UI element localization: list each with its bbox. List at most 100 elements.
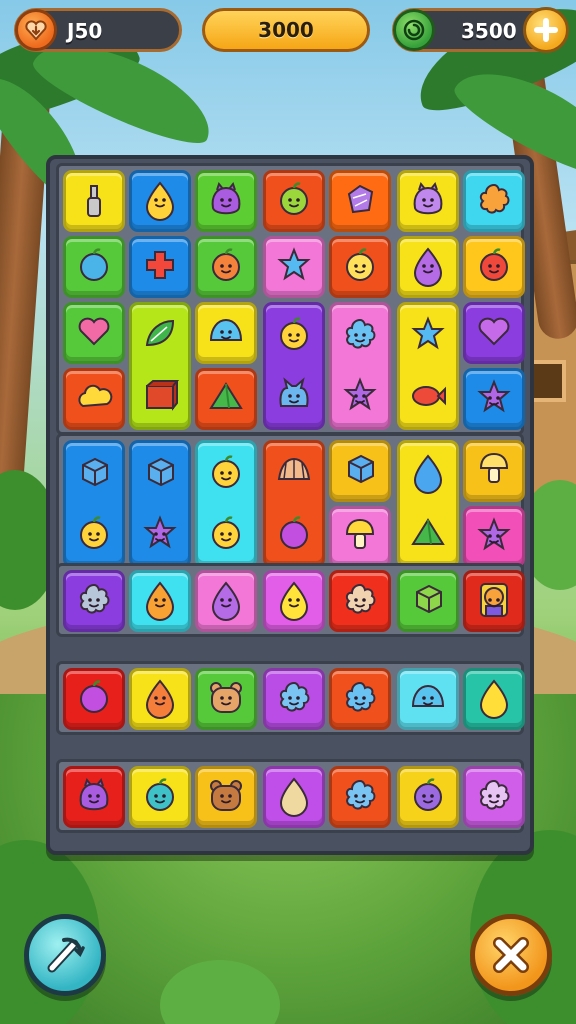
tile-blue-candy[interactable] [63, 236, 125, 298]
tile-red-cross[interactable] [129, 236, 191, 298]
green-leaf-icon [139, 313, 181, 359]
green-cube-icon [407, 578, 449, 624]
close-button[interactable] [470, 914, 552, 996]
blue-cube-icon [73, 451, 115, 497]
coins-counter: 3500 [392, 7, 569, 53]
cream-cloud-icon [339, 578, 381, 624]
smiley-drop-icon [139, 178, 181, 224]
tile-yellow-mushroom[interactable] [329, 506, 391, 568]
tile-green-pyramid[interactable] [195, 368, 257, 430]
add-coins-button[interactable] [523, 7, 569, 53]
purple-heart-icon [473, 310, 515, 356]
blue-star-icon [407, 313, 449, 359]
purple-drop-icon [205, 578, 247, 624]
tile-yellow-smile-blue-cat[interactable] [263, 302, 325, 430]
bottle-icon [73, 178, 115, 224]
tile-cream-cloud[interactable] [329, 570, 391, 632]
shuffle-wand-icon [47, 937, 85, 973]
tile-bottle[interactable] [63, 170, 125, 232]
tile-blue-egg-green-pyramid[interactable] [397, 440, 459, 568]
tile-lilac-ghost[interactable] [463, 766, 525, 828]
blue-slime-icon [407, 676, 449, 722]
blue-candy-icon [73, 244, 115, 290]
board-section-2 [56, 433, 525, 573]
tile-teal-fruit[interactable] [129, 766, 191, 828]
green-pyramid-icon [205, 376, 247, 422]
tile-purple-plum[interactable] [397, 766, 459, 828]
tile-purple-heart[interactable] [463, 302, 525, 364]
tile-purple-star[interactable] [463, 368, 525, 430]
orange-peach-icon [139, 676, 181, 722]
tile-blue-slime[interactable] [195, 302, 257, 364]
grey-ghost-icon [73, 578, 115, 624]
tile-blue-ghost[interactable] [263, 668, 325, 730]
tile-blue-flower[interactable] [329, 668, 391, 730]
lives-value: J50 [67, 19, 103, 43]
purple-star-icon [473, 514, 515, 560]
tile-orange-character[interactable] [463, 570, 525, 632]
tile-purple-gem[interactable] [329, 170, 391, 232]
tile-cream-potato[interactable] [263, 766, 325, 828]
red-fish-icon [407, 374, 449, 420]
tile-yellow-pear[interactable] [263, 570, 325, 632]
tile-orange-flower[interactable] [463, 170, 525, 232]
blue-cube-icon [339, 448, 381, 494]
tile-red-tomato[interactable] [463, 236, 525, 298]
tile-yellow-bulb[interactable] [463, 440, 525, 502]
tile-blue-cube-purple-star[interactable] [129, 440, 191, 568]
tile-bear[interactable] [195, 668, 257, 730]
tile-purple-star[interactable] [463, 506, 525, 568]
tile-blue-ghost[interactable] [329, 766, 391, 828]
tile-orange-mango[interactable] [129, 570, 191, 632]
purple-star-icon [339, 374, 381, 420]
tile-blue-cube-yellow-smile[interactable] [63, 440, 125, 568]
yellow-pear-icon [273, 578, 315, 624]
board-section-1 [56, 163, 525, 435]
purple-plum-icon [407, 774, 449, 820]
tile-blue-star-red-fish[interactable] [397, 302, 459, 430]
tile-smiley-lemon[interactable] [329, 236, 391, 298]
yellow-bulb-icon [473, 448, 515, 494]
blue-flower-icon [339, 313, 381, 359]
board-section-4 [56, 661, 525, 735]
tile-purple-drop[interactable] [397, 236, 459, 298]
green-swirl-coin-icon [393, 9, 435, 51]
tile-blue-cube[interactable] [329, 440, 391, 502]
yellow-cloud-icon [73, 376, 115, 422]
tile-blue-slime[interactable] [397, 668, 459, 730]
score-value: 3000 [258, 18, 314, 42]
tile-orange-peach[interactable] [129, 668, 191, 730]
shuffle-button[interactable] [24, 914, 106, 996]
tile-purple-monster[interactable] [63, 766, 125, 828]
orange-mango-icon [139, 578, 181, 624]
tile-pink-heart[interactable] [63, 302, 125, 364]
tile-green-leaf-red-box[interactable] [129, 302, 191, 430]
blue-cube-icon [139, 451, 181, 497]
tile-green-berry[interactable] [263, 170, 325, 232]
tile-purple-ball[interactable] [63, 668, 125, 730]
purple-ball-icon [273, 512, 315, 558]
smiley-lemon-icon [339, 244, 381, 290]
tile-grey-ghost[interactable] [63, 570, 125, 632]
tile-purple-monster[interactable] [195, 170, 257, 232]
tile-yellow-smile-yellow-smile[interactable] [195, 440, 257, 568]
tile-blue-star[interactable] [263, 236, 325, 298]
tile-brown-bear[interactable] [195, 766, 257, 828]
tile-yellow-cloud[interactable] [63, 368, 125, 430]
purple-star-icon [473, 376, 515, 422]
tile-blue-flower-purple-star[interactable] [329, 302, 391, 430]
yellow-smile-icon [205, 451, 247, 497]
yellow-smile-icon [73, 512, 115, 558]
purple-monster-icon [73, 774, 115, 820]
blue-egg-icon [407, 451, 449, 497]
plus-icon [534, 18, 558, 42]
yellow-smile-icon [205, 512, 247, 558]
tile-green-cube[interactable] [397, 570, 459, 632]
tile-shell-purple-ball[interactable] [263, 440, 325, 568]
tile-purple-drop[interactable] [195, 570, 257, 632]
tile-yellow-lemon[interactable] [463, 668, 525, 730]
tile-smiley-drop[interactable] [129, 170, 191, 232]
tile-pumpkin[interactable] [195, 236, 257, 298]
tile-purple-blob[interactable] [397, 170, 459, 232]
cream-potato-icon [273, 774, 315, 820]
